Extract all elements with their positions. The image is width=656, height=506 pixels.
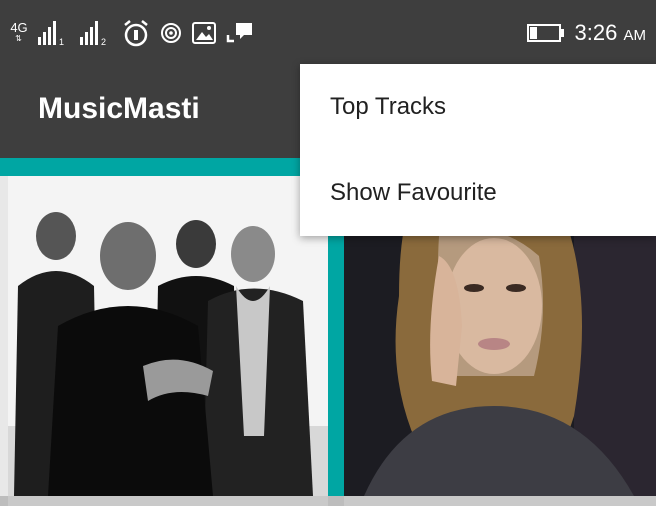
status-left-group: 4G ⇅ 1 2 — [10, 18, 254, 48]
chat-notification-icon — [226, 21, 254, 45]
app-title: MusicMasti — [38, 92, 200, 125]
clock-time: 3:26 — [574, 20, 618, 45]
tile-2-caption-bar — [344, 496, 656, 506]
gallery-notification-icon — [192, 22, 216, 44]
svg-text:2: 2 — [101, 37, 106, 45]
band-photo-image — [8, 176, 328, 496]
overflow-popup-menu: Top Tracks Show Favourite — [300, 64, 656, 236]
band-photo-tile[interactable] — [8, 176, 328, 496]
svg-text:1: 1 — [59, 37, 64, 45]
signal-sim1-icon: 1 — [38, 21, 70, 45]
clock-meridiem: AM — [623, 27, 647, 44]
alarm-icon — [122, 19, 150, 47]
signal-sim2-icon: 2 — [80, 21, 112, 45]
tile-1-caption-bar — [8, 496, 328, 506]
clock: 3:26 AM — [575, 20, 646, 46]
status-bar: 4G ⇅ 1 2 3:26 AM — [0, 0, 656, 62]
battery-icon — [526, 24, 565, 42]
menu-item-show-favourite[interactable]: Show Favourite — [300, 150, 656, 236]
status-right-group: 3:26 AM — [526, 18, 646, 48]
network-type-label: 4G ⇅ — [10, 21, 28, 44]
hotspot-icon — [160, 22, 182, 44]
grid-left-edge — [0, 176, 8, 506]
menu-item-top-tracks[interactable]: Top Tracks — [300, 64, 656, 150]
grid-bottom-bar — [0, 496, 656, 506]
